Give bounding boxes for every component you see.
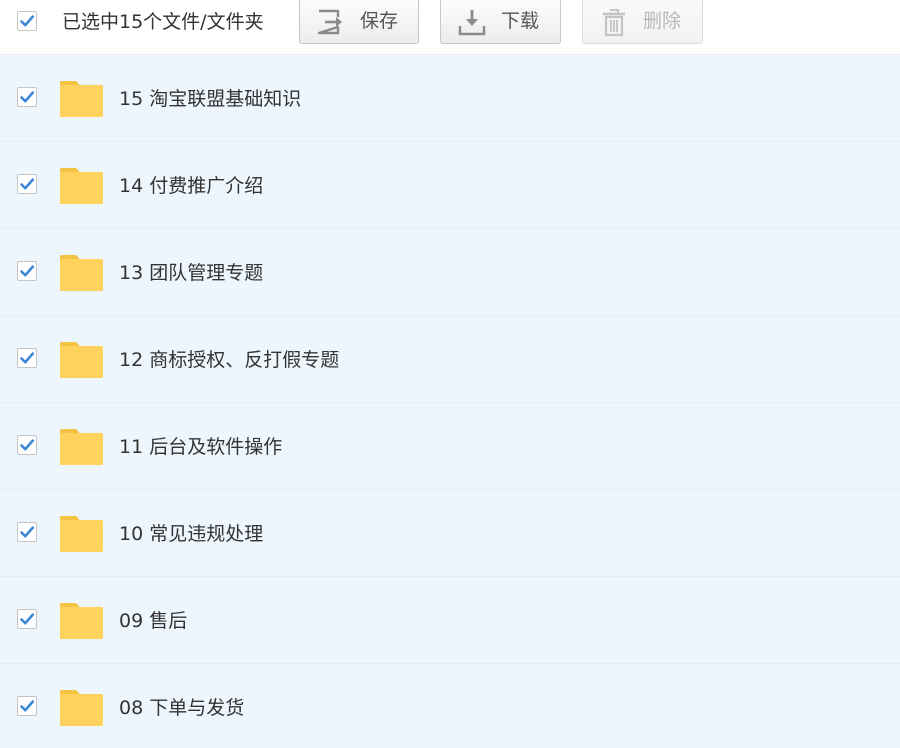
file-name[interactable]: 15 淘宝联盟基础知识 (119, 87, 301, 111)
row-checkbox[interactable] (17, 261, 37, 281)
checkmark-icon (20, 526, 35, 538)
checkmark-icon (20, 178, 35, 190)
row-checkbox[interactable] (17, 87, 37, 107)
checkmark-icon (20, 91, 35, 103)
checkmark-icon (20, 352, 35, 364)
save-to-disk-icon (317, 9, 342, 35)
checkmark-icon (20, 439, 35, 451)
row-checkbox[interactable] (17, 435, 37, 455)
download-label: 下载 (501, 10, 540, 32)
list-item[interactable]: 08 下单与发货 (0, 664, 900, 748)
list-item[interactable]: 09 售后 (0, 577, 900, 664)
checkmark-icon (20, 613, 35, 625)
row-checkbox[interactable] (17, 522, 37, 542)
delete-label: 删除 (643, 10, 682, 32)
folder-icon (60, 690, 103, 726)
folder-icon (60, 516, 103, 552)
checkmark-icon (20, 15, 35, 27)
file-name[interactable]: 11 后台及软件操作 (119, 435, 282, 459)
trash-icon (603, 9, 625, 37)
file-manager-page: 已选中15个文件/文件夹 保存 下载 删除 15 淘宝联盟基础知识 14 付费推… (0, 0, 900, 748)
row-checkbox[interactable] (17, 174, 37, 194)
file-list: 15 淘宝联盟基础知识 14 付费推广介绍 13 团队管理专题 12 商标授权、… (0, 55, 900, 748)
selection-count-text: 已选中15个文件/文件夹 (62, 11, 264, 33)
list-item[interactable]: 11 后台及软件操作 (0, 403, 900, 490)
select-all-checkbox[interactable] (17, 11, 37, 31)
row-checkbox[interactable] (17, 696, 37, 716)
file-name[interactable]: 08 下单与发货 (119, 696, 244, 720)
file-name[interactable]: 09 售后 (119, 609, 187, 633)
checkmark-icon (20, 265, 35, 277)
file-name[interactable]: 10 常见违规处理 (119, 522, 263, 546)
row-checkbox[interactable] (17, 609, 37, 629)
save-button[interactable]: 保存 (299, 0, 419, 44)
file-name[interactable]: 14 付费推广介绍 (119, 174, 263, 198)
checkmark-icon (20, 700, 35, 712)
folder-icon (60, 429, 103, 465)
folder-icon (60, 255, 103, 291)
folder-icon (60, 342, 103, 378)
selection-toolbar: 已选中15个文件/文件夹 保存 下载 删除 (0, 0, 900, 55)
download-button[interactable]: 下载 (440, 0, 561, 44)
list-item[interactable]: 13 团队管理专题 (0, 229, 900, 316)
folder-icon (60, 81, 103, 117)
delete-button[interactable]: 删除 (582, 0, 703, 44)
list-item[interactable]: 12 商标授权、反打假专题 (0, 316, 900, 403)
list-item[interactable]: 10 常见违规处理 (0, 490, 900, 577)
folder-icon (60, 168, 103, 204)
file-name[interactable]: 13 团队管理专题 (119, 261, 263, 285)
list-item[interactable]: 15 淘宝联盟基础知识 (0, 55, 900, 142)
folder-icon (60, 603, 103, 639)
row-checkbox[interactable] (17, 348, 37, 368)
download-icon (458, 10, 486, 36)
save-label: 保存 (360, 10, 399, 32)
list-item[interactable]: 14 付费推广介绍 (0, 142, 900, 229)
file-name[interactable]: 12 商标授权、反打假专题 (119, 348, 339, 372)
